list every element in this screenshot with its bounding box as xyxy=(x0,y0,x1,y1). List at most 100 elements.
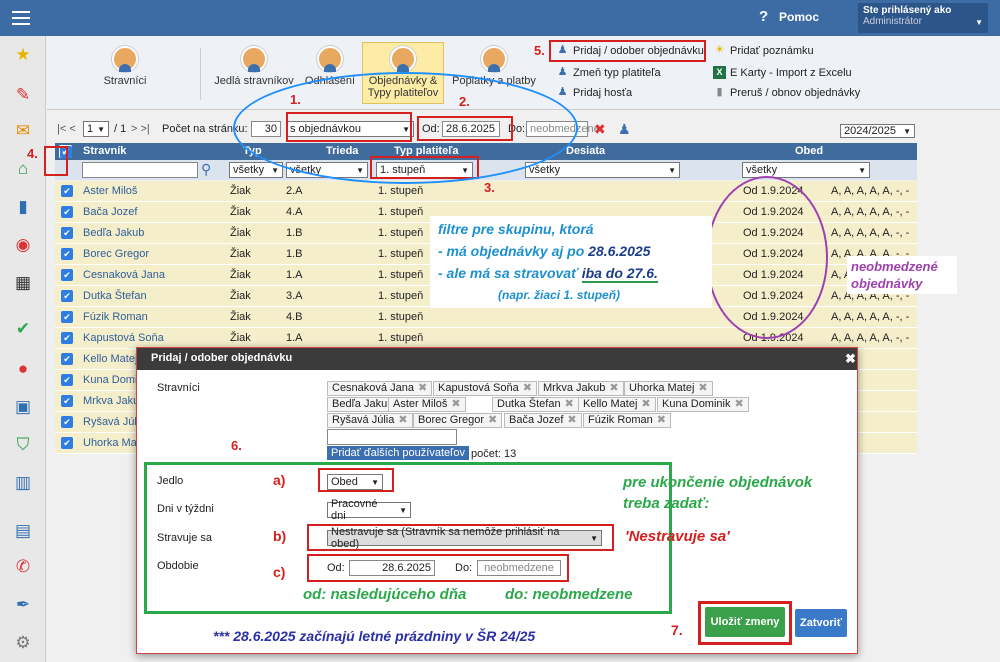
row-checkbox[interactable]: ✔ xyxy=(61,290,73,302)
highlight-obdobie xyxy=(307,554,569,582)
row-checkbox[interactable]: ✔ xyxy=(61,416,73,428)
student-name[interactable]: Borec Gregor xyxy=(83,248,149,260)
step-4: 4. xyxy=(27,146,38,161)
remove-tag-icon[interactable]: ✖ xyxy=(567,414,576,426)
link-ekarty[interactable]: X E Karty - Import z Excelu xyxy=(713,66,852,79)
menu-icon[interactable] xyxy=(12,11,30,25)
remove-tag-icon[interactable]: ✖ xyxy=(698,382,707,394)
briefcase-icon[interactable]: ▣ xyxy=(12,396,34,418)
gear-icon[interactable]: ⚙ xyxy=(12,632,34,654)
link-poznamka[interactable]: ☀ Pridať poznámku xyxy=(713,44,814,57)
star-icon[interactable]: ★ xyxy=(12,44,34,66)
row-checkbox[interactable]: ✔ xyxy=(61,395,73,407)
row-checkbox[interactable]: ✔ xyxy=(61,185,73,197)
student-name[interactable]: Kapustová Soňa xyxy=(83,332,164,344)
clear-filter-icon[interactable]: ✖ xyxy=(594,120,606,138)
highlight-select-all xyxy=(44,146,68,176)
col-stravnik[interactable]: Stravník xyxy=(83,145,126,157)
ribbon-stravnici[interactable]: Stravníci xyxy=(92,46,158,87)
student-name[interactable]: Fúzik Roman xyxy=(83,311,148,323)
desiata-filter[interactable]: všetky xyxy=(525,162,680,178)
check-icon[interactable]: ✔ xyxy=(12,318,34,340)
row-checkbox[interactable]: ✔ xyxy=(61,269,73,281)
user-tag[interactable]: Kello Matej ✖ xyxy=(578,397,656,412)
link-prerus[interactable]: ▮ Preruš / obnov objednávky xyxy=(713,86,860,99)
link-zmen-typ[interactable]: ♟ Zmeň typ platiteľa xyxy=(556,66,661,79)
row-checkbox[interactable]: ✔ xyxy=(61,248,73,260)
remove-tag-icon[interactable]: ✖ xyxy=(523,382,532,394)
user-tag[interactable]: Borec Gregor ✖ xyxy=(413,413,503,428)
year-select[interactable]: 2024/2025 xyxy=(840,124,915,138)
col-obed[interactable]: Obed xyxy=(795,145,823,157)
remove-tag-icon[interactable]: ✖ xyxy=(734,398,743,410)
user-tag[interactable]: Bača Jozef ✖ xyxy=(504,413,582,428)
name-filter-input[interactable] xyxy=(82,162,198,178)
user-filter-icon[interactable]: ♟ xyxy=(618,120,631,138)
mail-icon[interactable]: ✉ xyxy=(12,120,34,142)
close-icon[interactable]: ✖ xyxy=(845,351,856,367)
row-checkbox[interactable]: ✔ xyxy=(61,332,73,344)
remove-tag-icon[interactable]: ✖ xyxy=(418,382,427,394)
remove-tag-icon[interactable]: ✖ xyxy=(609,382,618,394)
remove-tag-icon[interactable]: ✖ xyxy=(657,414,666,426)
link-label: Pridať poznámku xyxy=(730,44,814,57)
user-tag[interactable]: Fúzik Roman ✖ xyxy=(583,413,672,428)
help-link[interactable]: Pomoc xyxy=(779,10,819,24)
add-users-button[interactable]: Pridať ďalších používateľov xyxy=(327,446,469,460)
shield-icon[interactable]: ⛉ xyxy=(12,434,34,456)
calendar-icon[interactable]: ▦ xyxy=(12,272,34,294)
open-book-icon[interactable]: ▤ xyxy=(12,520,34,542)
divider xyxy=(200,48,201,100)
close-button[interactable]: Zatvoriť xyxy=(795,609,847,637)
row-checkbox[interactable]: ✔ xyxy=(61,437,73,449)
dni-select[interactable]: Pracovné dni xyxy=(327,498,411,522)
row-checkbox[interactable]: ✔ xyxy=(61,227,73,239)
student-name[interactable]: Dutka Štefan xyxy=(83,290,147,302)
help-icon[interactable]: ? xyxy=(759,8,773,26)
student-name[interactable]: Cesnaková Jana xyxy=(83,269,165,281)
row-checkbox[interactable]: ✔ xyxy=(61,311,73,323)
remove-tag-icon[interactable]: ✖ xyxy=(488,414,497,426)
user-menu[interactable]: Ste prihlásený ako Administrátor ▼ xyxy=(858,3,988,33)
remove-tag-icon[interactable]: ✖ xyxy=(398,414,407,426)
remove-tag-icon[interactable]: ✖ xyxy=(565,398,574,410)
book-icon[interactable]: ▮ xyxy=(12,196,34,218)
pager-prev[interactable]: |< < xyxy=(57,120,76,138)
user-tag[interactable]: Mrkva Jakub ✖ xyxy=(538,381,624,396)
link-pridaj-hosta[interactable]: ♟ Pridaj hosťa xyxy=(556,86,633,99)
user-tag[interactable]: Ryšavá Júlia ✖ xyxy=(327,413,413,428)
chart-icon[interactable]: ▥ xyxy=(12,472,34,494)
user-tag[interactable]: Kuna Dominik ✖ xyxy=(657,397,749,412)
note-line: filtre pre skupinu, ktorá xyxy=(438,221,594,237)
pen-icon[interactable]: ✒ xyxy=(12,594,34,616)
student-name[interactable]: Kello Matej xyxy=(83,353,137,365)
ribbon-jedla[interactable]: Jedlá stravníkov xyxy=(212,46,296,87)
stravuje-label: Stravuje sa xyxy=(157,532,213,544)
user-tag[interactable]: Aster Miloš ✖ xyxy=(388,397,466,412)
user-tag[interactable]: Cesnaková Jana ✖ xyxy=(327,381,433,396)
add-user-input[interactable] xyxy=(327,429,457,445)
remove-tag-icon[interactable]: ✖ xyxy=(641,398,650,410)
page-select[interactable]: 1 xyxy=(83,121,109,137)
row-checkbox[interactable]: ✔ xyxy=(61,206,73,218)
col-desiata[interactable]: Desiata xyxy=(566,145,605,157)
badge-icon[interactable]: ● xyxy=(12,358,34,380)
student-name[interactable]: Bača Jozef xyxy=(83,206,137,218)
user-tag[interactable]: Dutka Štefan ✖ xyxy=(492,397,579,412)
row-checkbox[interactable]: ✔ xyxy=(61,374,73,386)
home-icon[interactable]: ⌂ xyxy=(12,158,34,180)
row-checkbox[interactable]: ✔ xyxy=(61,353,73,365)
pager-next[interactable]: > >| xyxy=(131,120,150,138)
student-name[interactable]: Bedľa Jakub xyxy=(83,227,144,239)
chat-icon[interactable]: ✆ xyxy=(12,556,34,578)
trash-icon: ▮ xyxy=(716,86,723,98)
user-tag[interactable]: Uhorka Matej ✖ xyxy=(624,381,713,396)
user-icon[interactable]: ◉ xyxy=(12,234,34,256)
save-button[interactable]: Uložiť zmeny xyxy=(705,607,785,637)
user-tag[interactable]: Kapustová Soňa ✖ xyxy=(433,381,537,396)
remove-tag-icon[interactable]: ✖ xyxy=(451,398,460,410)
search-icon[interactable]: ⚲ xyxy=(201,161,211,178)
wand-icon[interactable]: ✎ xyxy=(12,84,34,106)
student-name[interactable]: Aster Miloš xyxy=(83,185,137,197)
person-icon xyxy=(112,46,138,72)
